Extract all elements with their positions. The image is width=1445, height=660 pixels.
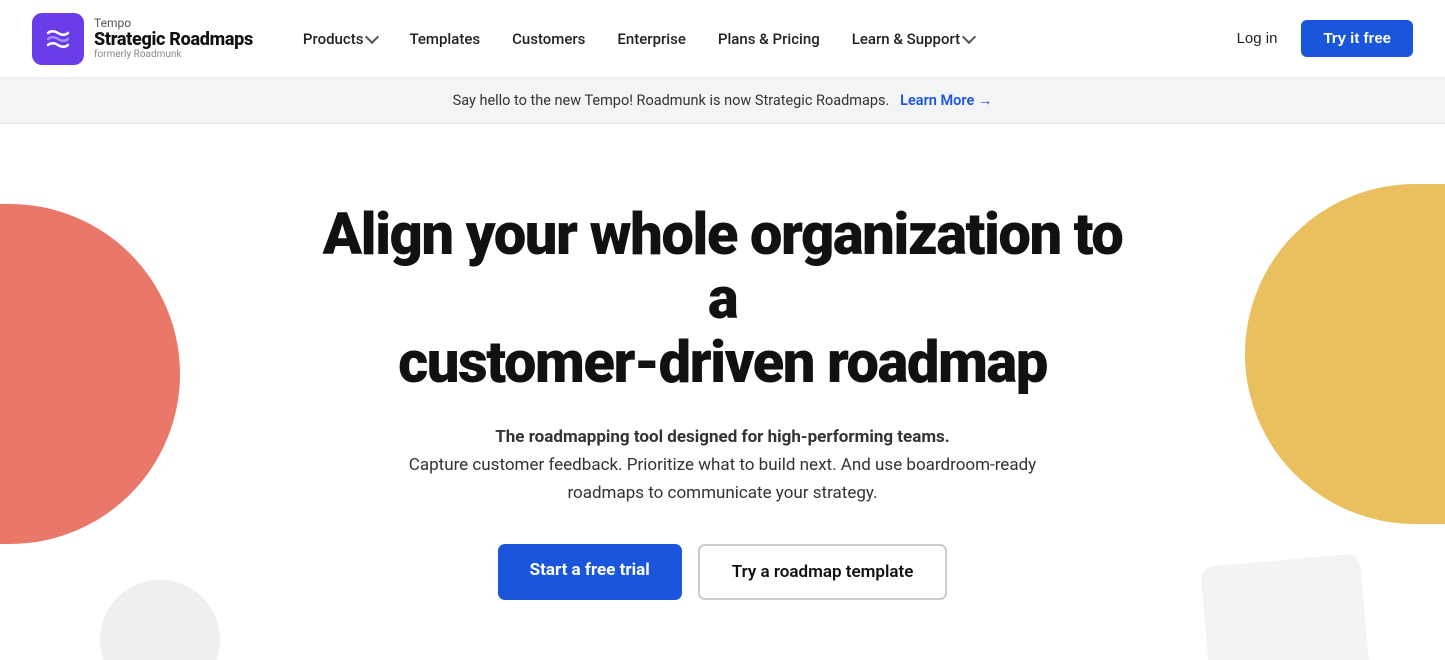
try-free-button[interactable]: Try it free [1301, 20, 1413, 57]
nav-item-products[interactable]: Products [289, 22, 392, 56]
hero-subtext-bold: The roadmapping tool designed for high-p… [495, 427, 949, 447]
navbar: Tempo Strategic Roadmaps formerly Roadmu… [0, 0, 1445, 78]
hero-content: Align your whole organization to a custo… [313, 204, 1133, 600]
announcement-banner: Say hello to the new Tempo! Roadmunk is … [0, 78, 1445, 124]
chevron-down-icon [365, 30, 379, 44]
decorative-shape-bottom-right [1200, 553, 1370, 660]
logo-icon [32, 13, 84, 65]
decorative-shape-left [0, 204, 180, 544]
nav-item-enterprise[interactable]: Enterprise [603, 22, 699, 56]
logo-brand: Tempo [94, 17, 253, 30]
hero-headline: Align your whole organization to a custo… [313, 204, 1133, 395]
hero-subtext-normal: Capture customer feedback. Prioritize wh… [409, 455, 1036, 503]
try-template-button[interactable]: Try a roadmap template [698, 544, 948, 600]
announcement-text: Say hello to the new Tempo! Roadmunk is … [453, 92, 890, 109]
nav-item-customers[interactable]: Customers [498, 22, 599, 56]
arrow-icon: → [978, 92, 993, 109]
logo-text: Tempo Strategic Roadmaps formerly Roadmu… [94, 17, 253, 61]
logo-title: Strategic Roadmaps [94, 30, 253, 50]
nav-item-learn[interactable]: Learn & Support [838, 22, 988, 56]
nav-links: Products Templates Customers Enterprise … [289, 22, 1225, 56]
chevron-down-icon [962, 30, 976, 44]
start-trial-button[interactable]: Start a free trial [498, 544, 682, 600]
login-button[interactable]: Log in [1225, 22, 1290, 55]
hero-buttons: Start a free trial Try a roadmap templat… [313, 544, 1133, 600]
logo-formerly: formerly Roadmunk [94, 49, 253, 60]
decorative-shape-right [1245, 184, 1445, 524]
nav-item-templates[interactable]: Templates [395, 22, 494, 56]
announcement-link[interactable]: Learn More → [900, 92, 992, 109]
logo-link[interactable]: Tempo Strategic Roadmaps formerly Roadmu… [32, 13, 253, 65]
nav-actions: Log in Try it free [1225, 20, 1413, 57]
decorative-shape-bottom-left [100, 580, 220, 660]
nav-item-plans[interactable]: Plans & Pricing [704, 22, 834, 56]
hero-subtext: The roadmapping tool designed for high-p… [403, 423, 1043, 507]
hero-section: Align your whole organization to a custo… [0, 124, 1445, 660]
